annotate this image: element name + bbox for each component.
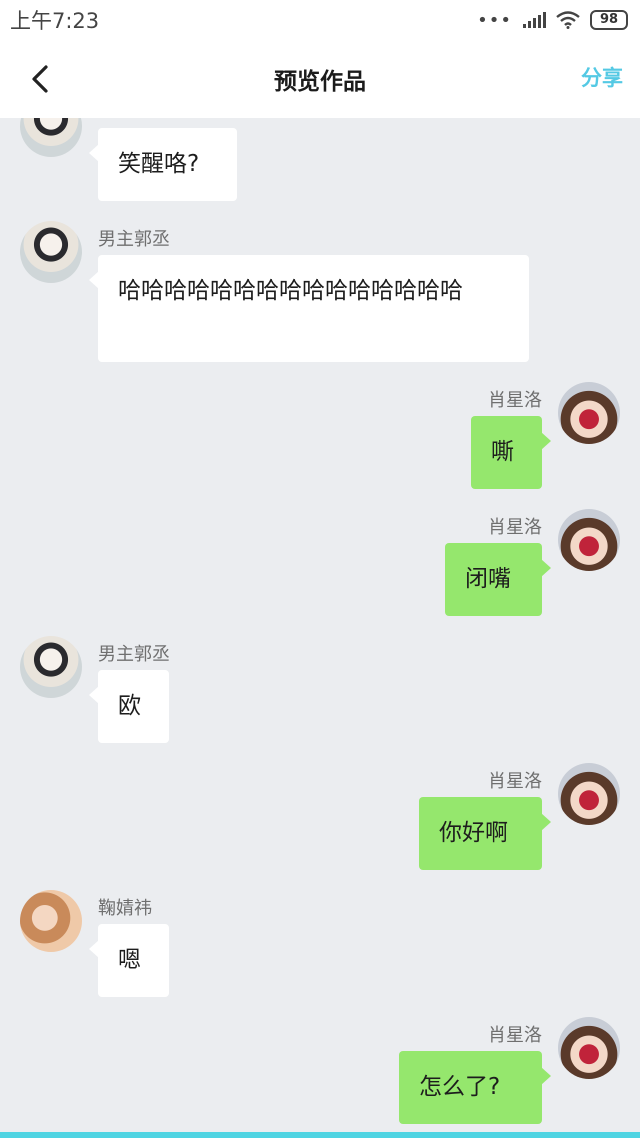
message-bubble[interactable]: 你好啊 [419, 797, 551, 870]
avatar[interactable] [558, 763, 620, 825]
message-bubble[interactable]: 怎么了? [399, 1051, 551, 1124]
wifi-icon [556, 11, 580, 29]
signal-icon [523, 12, 546, 28]
avatar[interactable] [20, 221, 82, 283]
avatar[interactable] [558, 382, 620, 444]
sender-name: 鞠婧祎 [98, 898, 152, 919]
message-bubble[interactable]: 闭嘴 [445, 543, 551, 616]
status-icons: ••• 98 [477, 10, 628, 31]
sender-name: 男主郭丞 [98, 229, 170, 250]
battery-icon: 98 [590, 10, 628, 30]
avatar[interactable] [558, 1017, 620, 1079]
bottom-accent-line [0, 1132, 640, 1138]
avatar[interactable] [20, 636, 82, 698]
sender-name: 肖星洛 [488, 517, 542, 538]
status-time: 上午7:23 [10, 9, 100, 33]
message-bubble[interactable]: 嗯 [89, 924, 169, 997]
message-bubble[interactable]: 嘶 [471, 416, 551, 489]
avatar[interactable] [20, 118, 82, 157]
page-title: 预览作品 [274, 69, 366, 95]
message-bubble[interactable]: 笑醒咯? [89, 128, 237, 201]
share-button[interactable]: 分享 [581, 62, 623, 92]
chat-messages[interactable]: 笑醒咯? 男主郭丞 哈哈哈哈哈哈哈哈哈哈哈哈哈哈哈 肖星洛 嘶 肖星洛 闭嘴 男… [0, 118, 640, 1132]
message-bubble[interactable]: 哈哈哈哈哈哈哈哈哈哈哈哈哈哈哈 [89, 255, 529, 362]
avatar[interactable] [558, 509, 620, 571]
status-bar: 上午7:23 ••• 98 [0, 0, 640, 40]
avatar[interactable] [20, 890, 82, 952]
sender-name: 肖星洛 [488, 1025, 542, 1046]
more-dots-icon: ••• [477, 9, 512, 31]
sender-name: 肖星洛 [488, 771, 542, 792]
chat-preview-screen: 上午7:23 ••• 98 预览作品 分享 笑醒咯? 男主郭丞 哈哈哈哈哈哈哈哈… [0, 0, 640, 1138]
message-bubble[interactable]: 欧 [89, 670, 169, 743]
sender-name: 男主郭丞 [98, 644, 170, 665]
nav-bar: 预览作品 分享 [0, 40, 640, 118]
sender-name: 肖星洛 [488, 390, 542, 411]
